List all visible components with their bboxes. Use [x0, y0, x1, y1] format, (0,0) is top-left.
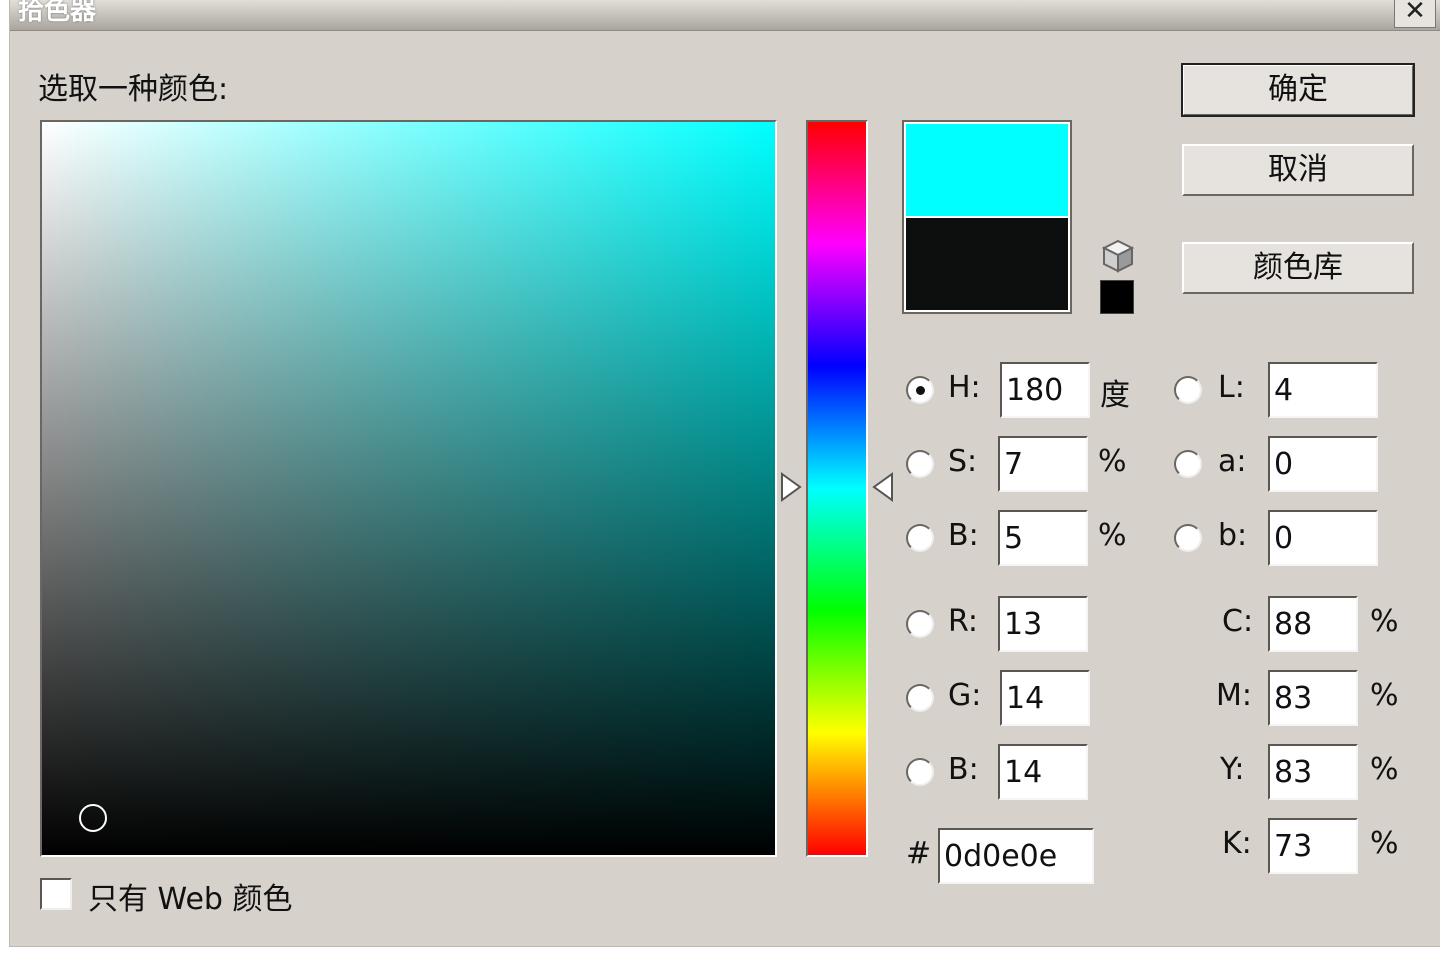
web-only-label: 只有 Web 颜色 [88, 882, 293, 917]
color-swatch [902, 120, 1072, 314]
sv-black-gradient [42, 122, 775, 855]
window-title: 拾色器 [18, 0, 97, 26]
magenta-label: M: [1216, 678, 1252, 713]
web-safe-color-chip[interactable] [1100, 280, 1134, 314]
saturation-input[interactable] [998, 436, 1088, 492]
saturation-unit: % [1098, 444, 1127, 479]
lab-l-input[interactable] [1268, 362, 1378, 418]
hue-unit: 度 [1100, 378, 1130, 413]
cancel-button[interactable]: 取消 [1182, 144, 1414, 196]
brightness-unit: % [1098, 518, 1127, 553]
black-unit: % [1370, 826, 1399, 861]
lab-l-label: L: [1218, 370, 1245, 405]
lab-b-label: b: [1218, 518, 1248, 553]
lab-a-label: a: [1218, 444, 1247, 479]
new-color-swatch [906, 124, 1068, 216]
hue-label: H: [948, 370, 981, 405]
hue-slider[interactable] [806, 120, 868, 857]
current-color-swatch[interactable] [906, 218, 1068, 310]
lab-a-radio[interactable] [1174, 450, 1202, 478]
yellow-input[interactable] [1268, 744, 1358, 800]
black-label: K: [1222, 826, 1252, 861]
cyan-unit: % [1370, 604, 1399, 639]
ok-button[interactable]: 确定 [1181, 63, 1415, 117]
hex-label: # [906, 836, 932, 871]
web-safe-cube-icon[interactable] [1100, 238, 1136, 274]
hex-input[interactable] [938, 828, 1094, 884]
yellow-label: Y: [1220, 752, 1245, 787]
red-input[interactable] [998, 596, 1088, 652]
blue-input[interactable] [998, 744, 1088, 800]
brightness-label: B: [948, 518, 979, 553]
magenta-input[interactable] [1268, 670, 1358, 726]
cyan-input[interactable] [1268, 596, 1358, 652]
hue-input[interactable] [1000, 362, 1090, 418]
hue-radio[interactable] [906, 376, 934, 404]
saturation-label: S: [948, 444, 978, 479]
close-icon: ✕ [1404, 0, 1426, 26]
lab-b-input[interactable] [1268, 510, 1378, 566]
saturation-brightness-field[interactable] [40, 120, 777, 857]
green-label: G: [948, 678, 982, 713]
blue-radio[interactable] [906, 758, 934, 786]
lab-a-input[interactable] [1268, 436, 1378, 492]
red-radio[interactable] [906, 610, 934, 638]
close-button[interactable]: ✕ [1394, 0, 1436, 28]
green-input[interactable] [1000, 670, 1090, 726]
lab-l-radio[interactable] [1174, 376, 1202, 404]
web-only-checkbox[interactable] [40, 878, 72, 910]
brightness-radio[interactable] [906, 524, 934, 552]
blue-label: B: [948, 752, 979, 787]
red-label: R: [948, 604, 979, 639]
color-picker-dialog: 拾色器 ✕ 选取一种颜色: 确定 取消 颜色库 H: 度 [10, 0, 1440, 946]
title-bar[interactable]: 拾色器 ✕ [10, 0, 1440, 31]
hue-slider-left-arrow-icon[interactable] [780, 471, 802, 502]
black-input[interactable] [1268, 818, 1358, 874]
magenta-unit: % [1370, 678, 1399, 713]
color-libraries-button[interactable]: 颜色库 [1182, 242, 1414, 294]
saturation-radio[interactable] [906, 450, 934, 478]
picker-heading: 选取一种颜色: [38, 72, 229, 107]
cyan-label: C: [1222, 604, 1254, 639]
lab-b-radio[interactable] [1174, 524, 1202, 552]
yellow-unit: % [1370, 752, 1399, 787]
brightness-input[interactable] [998, 510, 1088, 566]
green-radio[interactable] [906, 684, 934, 712]
hue-slider-right-arrow-icon[interactable] [872, 471, 894, 502]
